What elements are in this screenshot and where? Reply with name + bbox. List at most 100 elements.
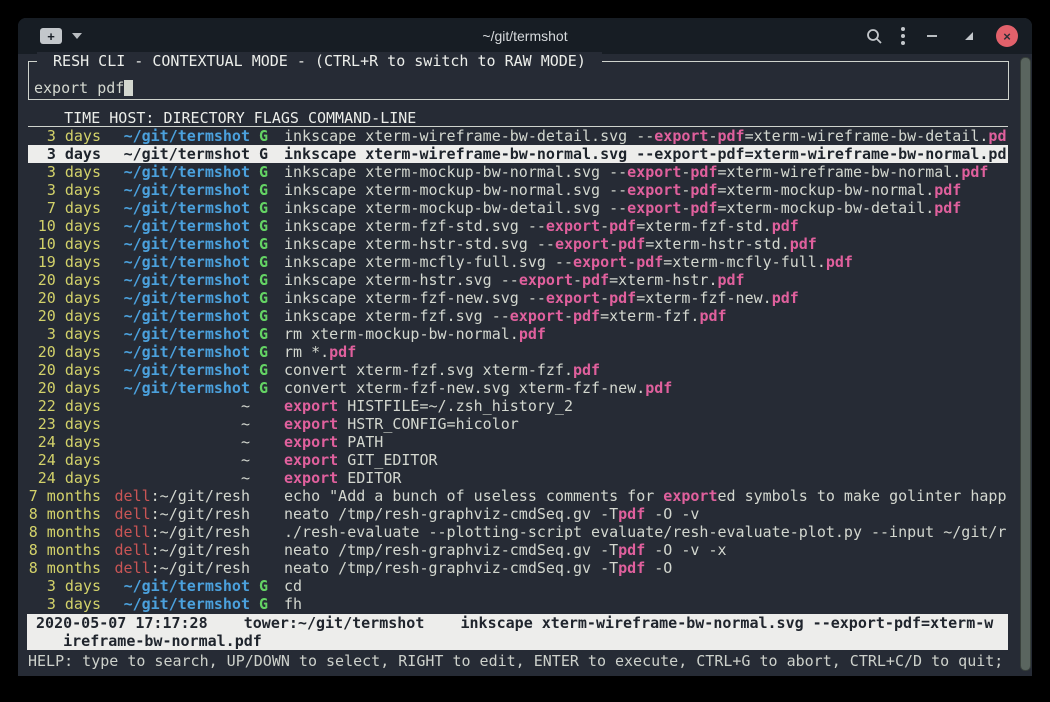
- history-row[interactable]: 24 days~export PATH: [28, 433, 1008, 451]
- command-line: export HSTR_CONFIG=hicolor: [284, 415, 1008, 433]
- directory-label: ~/git/termshot: [124, 217, 250, 235]
- command-line: inkscape xterm-hstr.svg --export-pdf=xte…: [284, 271, 1008, 289]
- history-row[interactable]: 7 days~/git/termshotGinkscape xterm-mock…: [28, 199, 1008, 217]
- directory-label: ~: [241, 415, 250, 433]
- history-row[interactable]: 10 days~/git/termshotGinkscape xterm-fzf…: [28, 217, 1008, 235]
- history-row[interactable]: 20 days~/git/termshotGinkscape xterm-fzf…: [28, 307, 1008, 325]
- host-label: dell: [115, 559, 151, 577]
- git-flag: [250, 541, 284, 559]
- command-line: inkscape xterm-mockup-bw-normal.svg --ex…: [284, 163, 1008, 181]
- directory-label: ~/git/termshot: [124, 145, 250, 163]
- close-button[interactable]: ×: [996, 25, 1018, 47]
- history-row[interactable]: 3 days~/git/termshotGinkscape xterm-mock…: [28, 181, 1008, 199]
- desktop: + ~/git/termshot: [0, 0, 1050, 702]
- history-row[interactable]: 8 monthsdell:~/git/reshneato /tmp/resh-g…: [28, 505, 1008, 523]
- command-line: inkscape xterm-mcfly-full.svg --export-p…: [284, 253, 1008, 271]
- history-row[interactable]: 8 monthsdell:~/git/reshneato /tmp/resh-g…: [28, 541, 1008, 559]
- directory-label: ~/git/termshot: [124, 379, 250, 397]
- status-line-2: ireframe-bw-normal.pdf: [27, 632, 1008, 650]
- history-row[interactable]: 3 days~/git/termshotGinkscape xterm-wire…: [28, 145, 1008, 163]
- git-flag: [250, 415, 284, 433]
- history-row[interactable]: 20 days~/git/termshotGinkscape xterm-hst…: [28, 271, 1008, 289]
- history-row[interactable]: 3 days~/git/termshotGinkscape xterm-mock…: [28, 163, 1008, 181]
- minimize-button[interactable]: [927, 35, 937, 37]
- git-flag: [250, 433, 284, 451]
- command-line: neato /tmp/resh-graphviz-cmdSeq.gv -Tpdf…: [284, 559, 1008, 577]
- history-rows: 3 days~/git/termshotGinkscape xterm-wire…: [28, 127, 1008, 613]
- git-flag: [250, 487, 284, 505]
- git-flag: G: [250, 199, 284, 217]
- history-row[interactable]: 7 monthsdell:~/git/reshecho "Add a bunch…: [28, 487, 1008, 505]
- new-tab-button[interactable]: +: [40, 28, 62, 44]
- search-query-text: export pdf: [34, 79, 124, 97]
- git-flag: [250, 523, 284, 541]
- history-row[interactable]: 20 days~/git/termshotGconvert xterm-fzf-…: [28, 379, 1008, 397]
- git-flag: G: [250, 217, 284, 235]
- directory-label: ~/git/termshot: [124, 253, 250, 271]
- command-line: neato /tmp/resh-graphviz-cmdSeq.gv -Tpdf…: [284, 541, 1008, 559]
- command-line: convert xterm-fzf.svg xterm-fzf.pdf: [284, 361, 1008, 379]
- directory-label: ~/git/termshot: [124, 127, 250, 145]
- command-line: cd: [284, 577, 1008, 595]
- command-line: inkscape xterm-wireframe-bw-detail.svg -…: [284, 127, 1008, 145]
- history-row[interactable]: 8 monthsdell:~/git/reshneato /tmp/resh-g…: [28, 559, 1008, 577]
- git-flag: G: [250, 163, 284, 181]
- status-bar: 2020-05-07 17:17:28 tower:~/git/termshot…: [27, 614, 1008, 650]
- command-line: echo "Add a bunch of useless comments fo…: [284, 487, 1008, 505]
- command-line: export HISTFILE=~/.zsh_history_2: [284, 397, 1008, 415]
- history-row[interactable]: 24 days~export EDITOR: [28, 469, 1008, 487]
- git-flag: G: [250, 271, 284, 289]
- command-line: convert xterm-fzf-new.svg xterm-fzf-new.…: [284, 379, 1008, 397]
- window-title: ~/git/termshot: [482, 27, 567, 45]
- command-line: inkscape xterm-wireframe-bw-normal.svg -…: [284, 145, 1008, 163]
- help-line: HELP: type to search, UP/DOWN to select,…: [28, 652, 1003, 670]
- scrollbar-thumb[interactable]: [1020, 57, 1031, 671]
- command-line: rm *.pdf: [284, 343, 1008, 361]
- restore-button[interactable]: [963, 27, 974, 45]
- git-flag: G: [250, 127, 284, 145]
- search-button[interactable]: [859, 21, 889, 51]
- git-flag: G: [250, 307, 284, 325]
- history-row[interactable]: 3 days~/git/termshotGinkscape xterm-wire…: [28, 127, 1008, 145]
- directory-label: ~: [241, 397, 250, 415]
- tab-selector-caret-icon[interactable]: [72, 33, 82, 39]
- directory-label: ~/git/termshot: [124, 577, 250, 595]
- history-row[interactable]: 8 monthsdell:~/git/resh./resh-evaluate -…: [28, 523, 1008, 541]
- history-row[interactable]: 10 days~/git/termshotGinkscape xterm-hst…: [28, 235, 1008, 253]
- command-line: inkscape xterm-hstr-std.svg --export-pdf…: [284, 235, 1008, 253]
- search-input[interactable]: export pdf: [34, 79, 133, 97]
- status-line-1: 2020-05-07 17:17:28 tower:~/git/termshot…: [27, 614, 1008, 632]
- git-flag: [250, 451, 284, 469]
- command-line: inkscape xterm-fzf-std.svg --export-pdf=…: [284, 217, 1008, 235]
- kebab-icon: [901, 27, 905, 31]
- history-row[interactable]: 20 days~/git/termshotGrm *.pdf: [28, 343, 1008, 361]
- history-row[interactable]: 3 days~/git/termshotGrm xterm-mockup-bw-…: [28, 325, 1008, 343]
- directory-label: ~/git/termshot: [124, 163, 250, 181]
- directory-label: ~/git/termshot: [124, 181, 250, 199]
- history-row[interactable]: 3 days~/git/termshotGcd: [28, 577, 1008, 595]
- restore-icon: [963, 30, 974, 41]
- directory-label: :~/git/resh: [151, 505, 250, 523]
- history-row[interactable]: 19 days~/git/termshotGinkscape xterm-mcf…: [28, 253, 1008, 271]
- search-icon: [866, 28, 883, 45]
- directory-label: :~/git/resh: [151, 541, 250, 559]
- menu-button[interactable]: [901, 27, 905, 45]
- titlebar: + ~/git/termshot: [18, 18, 1032, 54]
- directory-label: :~/git/resh: [151, 559, 250, 577]
- history-row[interactable]: 23 days~export HSTR_CONFIG=hicolor: [28, 415, 1008, 433]
- history-row[interactable]: 20 days~/git/termshotGconvert xterm-fzf.…: [28, 361, 1008, 379]
- command-line: ./resh-evaluate --plotting-script evalua…: [284, 523, 1008, 541]
- directory-label: ~/git/termshot: [124, 289, 250, 307]
- close-icon: ×: [1003, 30, 1011, 43]
- git-flag: G: [250, 181, 284, 199]
- history-row[interactable]: 20 days~/git/termshotGinkscape xterm-fzf…: [28, 289, 1008, 307]
- git-flag: G: [250, 253, 284, 271]
- directory-label: ~/git/termshot: [124, 235, 250, 253]
- directory-label: ~/git/termshot: [124, 343, 250, 361]
- directory-label: :~/git/resh: [151, 487, 250, 505]
- history-row[interactable]: 24 days~export GIT_EDITOR: [28, 451, 1008, 469]
- history-row[interactable]: 3 days~/git/termshotGfh: [28, 595, 1008, 613]
- history-row[interactable]: 22 days~export HISTFILE=~/.zsh_history_2: [28, 397, 1008, 415]
- command-line: export GIT_EDITOR: [284, 451, 1008, 469]
- plus-icon: +: [47, 30, 55, 43]
